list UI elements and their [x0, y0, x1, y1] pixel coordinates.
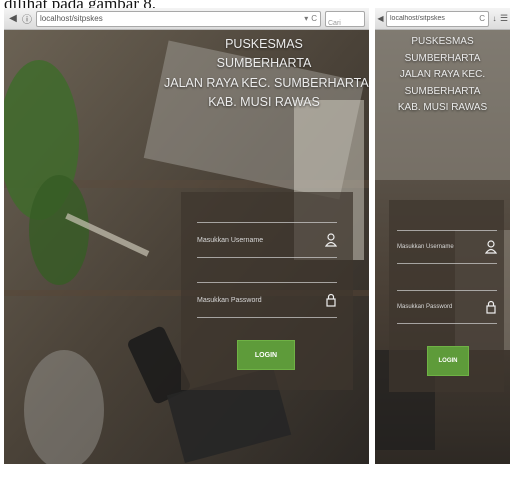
login-page: PUSKESMAS SUMBERHARTA JALAN RAYA KEC. SU… — [375, 30, 510, 464]
login-panel: Masukkan Username Masukkan Password LOGI… — [389, 200, 504, 392]
url-text: localhost/sitpskes — [390, 15, 445, 22]
title-line: PUSKESMAS — [225, 37, 303, 51]
page-title: PUSKESMAS SUMBERHARTA JALAN RAYA KEC. SU… — [375, 34, 510, 117]
password-field[interactable]: Masukkan Password — [197, 282, 337, 318]
address-bar[interactable]: localhost/sitpskes ▾ C — [36, 10, 321, 27]
title-line: JALAN RAYA KEC. — [399, 69, 486, 80]
url-text: localhost/sitpskes — [40, 14, 103, 23]
password-placeholder: Masukkan Password — [197, 296, 262, 304]
title-line: KAB. MUSI RAWAS — [208, 95, 320, 110]
title-line: PUSKESMAS — [411, 36, 474, 47]
username-placeholder: Masukkan Username — [397, 244, 454, 250]
user-icon — [324, 233, 338, 247]
dropdown-icon[interactable]: ▾ — [304, 14, 308, 23]
browser-toolbar: ◀ ⓘ localhost/sitpskes ▾ C Cari — [4, 8, 369, 30]
password-field[interactable]: Masukkan Password — [397, 290, 497, 324]
mobile-screenshot: ◀ localhost/sitpskes C ↓ ☰ PUSKESMAS SUM… — [375, 8, 510, 464]
page-title: PUSKESMAS SUMBERHARTA JALAN RAYA KEC. SU… — [164, 35, 369, 113]
username-field[interactable]: Masukkan Username — [197, 222, 338, 258]
download-icon[interactable]: ↓ — [491, 14, 498, 23]
title-line: SUMBERHARTA — [404, 85, 481, 97]
username-placeholder: Masukkan Username — [197, 236, 264, 244]
back-arrow-icon[interactable]: ◀ — [377, 14, 384, 23]
login-page: PUSKESMAS SUMBERHARTA JALAN RAYA KEC. SU… — [4, 30, 369, 464]
password-placeholder: Masukkan Password — [397, 304, 453, 310]
login-button[interactable]: LOGIN — [427, 346, 469, 376]
address-bar[interactable]: localhost/sitpskes C — [386, 10, 489, 27]
menu-icon[interactable]: ☰ — [500, 13, 508, 24]
info-icon: ⓘ — [22, 15, 32, 26]
lock-icon — [325, 293, 337, 307]
login-panel: Masukkan Username Masukkan Password LOGI… — [181, 192, 353, 390]
desktop-screenshot: ◀ ⓘ localhost/sitpskes ▾ C Cari PUSKESMA… — [4, 8, 369, 464]
login-button[interactable]: LOGIN — [237, 340, 295, 370]
reload-icon[interactable]: C — [479, 14, 485, 23]
title-line: JALAN RAYA KEC. SUMBERHARTA — [164, 75, 369, 90]
lock-icon — [485, 300, 497, 314]
back-arrow-icon[interactable]: ◀ — [8, 13, 18, 24]
search-placeholder: Cari — [328, 19, 341, 27]
reload-icon[interactable]: C — [311, 14, 317, 23]
title-line: SUMBERHARTA — [216, 56, 312, 71]
title-line: KAB. MUSI RAWAS — [397, 102, 488, 113]
search-box[interactable]: Cari — [325, 10, 365, 27]
title-line: SUMBERHARTA — [404, 52, 481, 64]
user-icon — [484, 240, 498, 254]
browser-toolbar: ◀ localhost/sitpskes C ↓ ☰ — [375, 8, 510, 30]
username-field[interactable]: Masukkan Username — [397, 230, 498, 264]
